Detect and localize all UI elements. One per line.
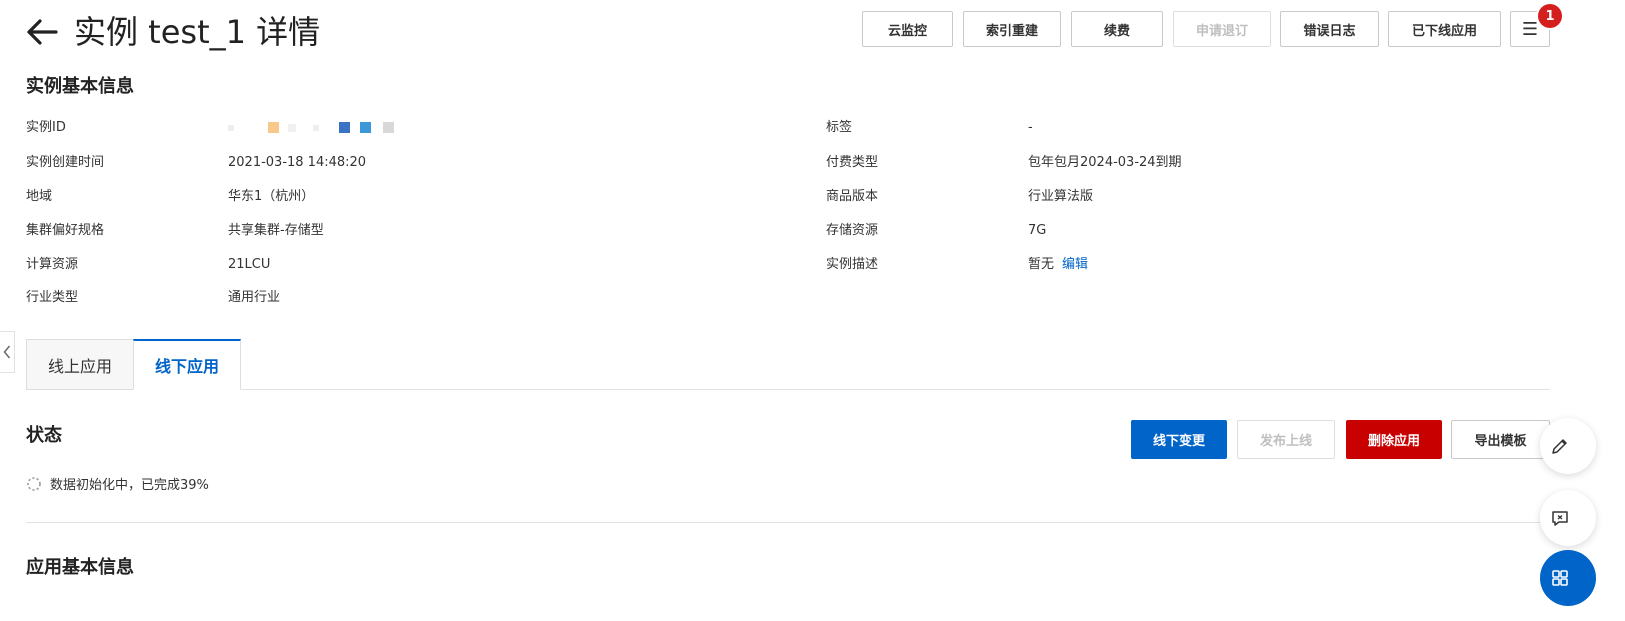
region-value: 华东1（杭州） bbox=[228, 189, 315, 204]
cluster-spec-label: 集群偏好规格 bbox=[26, 223, 105, 238]
tab-online-apps[interactable]: 线上应用 bbox=[26, 339, 134, 390]
publish-online-button[interactable]: 发布上线 bbox=[1237, 420, 1335, 459]
industry-type-value: 通用行业 bbox=[228, 290, 281, 305]
offline-change-button[interactable]: 线下变更 bbox=[1131, 420, 1227, 459]
offline-apps-button[interactable]: 已下线应用 bbox=[1388, 11, 1501, 47]
app-info-title: 应用基本信息 bbox=[26, 557, 134, 578]
apps-float-button[interactable] bbox=[1540, 550, 1596, 606]
page-title: 实例 test_1 详情 bbox=[74, 13, 321, 51]
edit-description-link[interactable]: 编辑 bbox=[1062, 257, 1088, 272]
message-icon bbox=[1552, 511, 1568, 526]
instance-id-label: 实例ID bbox=[26, 120, 66, 135]
edition-label: 商品版本 bbox=[826, 189, 879, 204]
export-template-button[interactable]: 导出模板 bbox=[1451, 420, 1550, 459]
section-divider bbox=[26, 522, 1550, 523]
grid-apps-icon bbox=[1552, 570, 1568, 586]
description-label: 实例描述 bbox=[826, 257, 879, 272]
refund-button[interactable]: 申请退订 bbox=[1173, 11, 1271, 47]
status-message: 数据初始化中，已完成39% bbox=[50, 478, 209, 493]
loading-spinner-icon bbox=[27, 476, 41, 491]
billing-type-value: 包年包月2024-03-24到期 bbox=[1028, 155, 1182, 170]
tag-value: - bbox=[1028, 120, 1033, 135]
tag-label: 标签 bbox=[826, 120, 853, 135]
description-value: 暂无 bbox=[1028, 257, 1055, 272]
status-title: 状态 bbox=[26, 425, 62, 446]
description-value-row: 暂无 编辑 bbox=[1028, 256, 1088, 274]
edit-float-button[interactable] bbox=[1540, 418, 1596, 474]
pencil-icon bbox=[1552, 439, 1567, 454]
back-arrow-icon[interactable] bbox=[26, 18, 58, 46]
storage-label: 存储资源 bbox=[826, 223, 879, 238]
compute-resource-value: 21LCU bbox=[228, 257, 271, 272]
notification-badge: 1 bbox=[1538, 4, 1562, 28]
feedback-float-button[interactable] bbox=[1540, 490, 1596, 546]
tab-offline-apps[interactable]: 线下应用 bbox=[133, 339, 241, 390]
industry-type-label: 行业类型 bbox=[26, 290, 79, 305]
reindex-button[interactable]: 索引重建 bbox=[963, 11, 1061, 47]
region-label: 地域 bbox=[26, 189, 53, 204]
cloud-monitor-button[interactable]: 云监控 bbox=[862, 11, 953, 47]
tabs-baseline bbox=[26, 389, 1550, 390]
status-row: 数据初始化中，已完成39% bbox=[26, 474, 209, 493]
create-time-label: 实例创建时间 bbox=[26, 155, 105, 170]
instance-info-title: 实例基本信息 bbox=[26, 76, 134, 97]
sidebar-toggle[interactable] bbox=[0, 331, 15, 373]
billing-type-label: 付费类型 bbox=[826, 155, 879, 170]
delete-app-button[interactable]: 删除应用 bbox=[1346, 420, 1442, 459]
storage-value: 7G bbox=[1028, 223, 1047, 238]
renew-button[interactable]: 续费 bbox=[1071, 11, 1163, 47]
create-time-value: 2021-03-18 14:48:20 bbox=[228, 155, 367, 170]
chevron-left-icon bbox=[3, 345, 11, 359]
error-log-button[interactable]: 错误日志 bbox=[1280, 11, 1379, 47]
cluster-spec-value: 共享集群-存储型 bbox=[228, 223, 324, 238]
compute-resource-label: 计算资源 bbox=[26, 257, 79, 272]
edition-value: 行业算法版 bbox=[1028, 189, 1094, 204]
